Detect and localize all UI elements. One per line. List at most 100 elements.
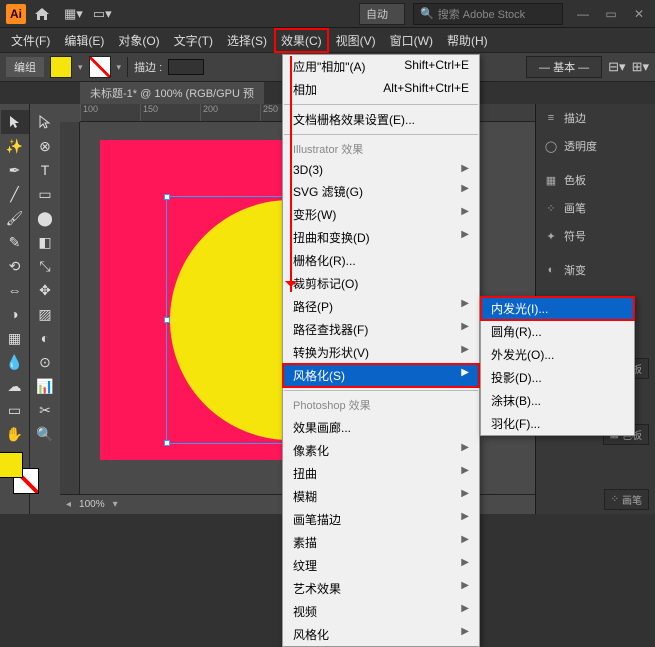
align-icon[interactable]: ⊟▾: [608, 59, 625, 75]
selection-tool[interactable]: [1, 110, 29, 134]
panel-swatches[interactable]: ▦色板: [536, 166, 655, 194]
menu-svg-filter[interactable]: SVG 滤镜(G)▶: [283, 180, 479, 203]
menu-edit[interactable]: 编辑(E): [57, 28, 111, 53]
selection-type: 编组: [6, 57, 44, 77]
minimize-button[interactable]: —: [573, 6, 593, 22]
menu-artistic[interactable]: 艺术效果▶: [283, 577, 479, 600]
hand-tool[interactable]: ✋: [1, 422, 29, 446]
fill-swatch[interactable]: [50, 56, 72, 78]
home-icon[interactable]: [34, 7, 50, 21]
paintbrush-tool[interactable]: 🖌: [1, 206, 29, 230]
menu-add-last[interactable]: 相加Alt+Shift+Ctrl+E: [283, 78, 479, 101]
menu-video[interactable]: 视频▶: [283, 600, 479, 623]
eraser-tool[interactable]: ◧: [31, 230, 59, 254]
menu-effect[interactable]: 效果(C): [274, 28, 329, 53]
menu-type[interactable]: 文字(T): [167, 28, 220, 53]
submenu-inner-glow[interactable]: 内发光(I)...: [481, 297, 634, 320]
handle-tl[interactable]: [164, 194, 170, 200]
symbol-sprayer-tool[interactable]: ☁: [1, 374, 29, 398]
perspective-grid-tool[interactable]: ▨: [31, 302, 59, 326]
menu-effect-gallery[interactable]: 效果画廊...: [283, 416, 479, 439]
pencil-tool[interactable]: ✎: [1, 230, 29, 254]
document-tab[interactable]: 未标题-1* @ 100% (RGB/GPU 预: [80, 82, 264, 104]
menu-help[interactable]: 帮助(H): [440, 28, 495, 53]
workspace-switcher[interactable]: 自动: [359, 3, 405, 25]
menu-stylize-ps[interactable]: 风格化▶: [283, 623, 479, 646]
close-button[interactable]: ✕: [629, 6, 649, 22]
swatches-icon: ▦: [544, 173, 558, 187]
menu-raster-settings[interactable]: 文档栅格效果设置(E)...: [283, 108, 479, 131]
type-tool[interactable]: T: [31, 158, 59, 182]
pen-tool[interactable]: ✒: [1, 158, 29, 182]
mesh-tool[interactable]: ▦: [1, 326, 29, 350]
handle-bl[interactable]: [164, 440, 170, 446]
submenu-scribble[interactable]: 涂抹(B)...: [481, 389, 634, 412]
width-tool[interactable]: ⇔: [1, 278, 29, 302]
menu-pathfinder[interactable]: 路径查找器(F)▶: [283, 318, 479, 341]
panel-stroke[interactable]: ≡描边: [536, 104, 655, 132]
menu-blur[interactable]: 模糊▶: [283, 485, 479, 508]
menu-3d[interactable]: 3D(3)▶: [283, 160, 479, 180]
shape-builder-tool[interactable]: ◑: [1, 302, 29, 326]
magic-wand-tool[interactable]: ✨: [1, 134, 29, 158]
submenu-outer-glow[interactable]: 外发光(O)...: [481, 343, 634, 366]
menu-sketch[interactable]: 素描▶: [283, 531, 479, 554]
lasso-tool[interactable]: ⊗: [31, 134, 59, 158]
stroke-weight-input[interactable]: [168, 59, 204, 75]
handle-ml[interactable]: [164, 317, 170, 323]
ruler-vertical: [60, 122, 80, 494]
eyedropper-tool[interactable]: 💧: [1, 350, 29, 374]
panel-tab-brushes[interactable]: ⁘ 画笔: [604, 489, 649, 510]
toolbar-left-col1: ✨ ✒ ╱ 🖌 ✎ ⟲ ⇔ ◑ ▦ 💧 ☁ ▭ ✋: [0, 104, 30, 514]
submenu-round-corners[interactable]: 圆角(R)...: [481, 320, 634, 343]
submenu-feather[interactable]: 羽化(F)...: [481, 412, 634, 435]
panel-gradient[interactable]: ◐渐变: [536, 256, 655, 284]
submenu-drop-shadow[interactable]: 投影(D)...: [481, 366, 634, 389]
menu-pixelate[interactable]: 像素化▶: [283, 439, 479, 462]
transform-icon[interactable]: ⊞▾: [632, 59, 649, 75]
arrange-icon[interactable]: ▭▾: [93, 6, 112, 22]
direct-selection-tool[interactable]: [31, 110, 59, 134]
free-transform-tool[interactable]: ✥: [31, 278, 59, 302]
menu-view[interactable]: 视图(V): [329, 28, 383, 53]
menu-texture[interactable]: 纹理▶: [283, 554, 479, 577]
rectangle-tool[interactable]: ▭: [31, 182, 59, 206]
slice-tool[interactable]: ✂: [31, 398, 59, 422]
artboard-tool[interactable]: ▭: [1, 398, 29, 422]
stroke-swatch[interactable]: [89, 56, 111, 78]
menu-brush-strokes[interactable]: 画笔描边▶: [283, 508, 479, 531]
menu-path[interactable]: 路径(P)▶: [283, 295, 479, 318]
scale-tool[interactable]: ⤡: [31, 254, 59, 278]
menu-apply-last[interactable]: 应用"相加"(A)Shift+Ctrl+E: [283, 55, 479, 78]
menu-object[interactable]: 对象(O): [111, 28, 166, 53]
menu-distort-transform[interactable]: 扭曲和变换(D)▶: [283, 226, 479, 249]
gradient-tool[interactable]: ◐: [31, 326, 59, 350]
rotate-tool[interactable]: ⟲: [1, 254, 29, 278]
menu-distort-ps[interactable]: 扭曲▶: [283, 462, 479, 485]
brush-icon: ⁘: [544, 201, 558, 215]
graphic-style[interactable]: — 基本 —: [526, 56, 602, 78]
blend-tool[interactable]: ⊙: [31, 350, 59, 374]
fill-stroke-indicator[interactable]: [0, 452, 33, 488]
column-graph-tool[interactable]: 📊: [31, 374, 59, 398]
panel-transparency[interactable]: ◯透明度: [536, 132, 655, 160]
maximize-button[interactable]: ▭: [601, 6, 621, 22]
toolbar-left-col2: ⊗ T ▭ ⬤ ◧ ⤡ ✥ ▨ ◐ ⊙ 📊 ✂ 🔍: [30, 104, 60, 514]
menu-crop-marks[interactable]: 裁剪标记(O): [283, 272, 479, 295]
blob-brush-tool[interactable]: ⬤: [31, 206, 59, 230]
menu-convert-shape[interactable]: 转换为形状(V)▶: [283, 341, 479, 364]
menu-window[interactable]: 窗口(W): [383, 28, 440, 53]
bridge-icon[interactable]: ▦▾: [64, 6, 83, 22]
menu-select[interactable]: 选择(S): [220, 28, 274, 53]
search-adobe-stock[interactable]: 🔍 搜索 Adobe Stock: [413, 3, 563, 25]
zoom-tool[interactable]: 🔍: [31, 422, 59, 446]
search-icon: 🔍: [420, 7, 434, 20]
line-tool[interactable]: ╱: [1, 182, 29, 206]
zoom-level[interactable]: 100%: [79, 499, 105, 510]
menu-rasterize[interactable]: 栅格化(R)...: [283, 249, 479, 272]
panel-symbols[interactable]: ✦符号: [536, 222, 655, 250]
menu-stylize[interactable]: 风格化(S)▶: [283, 364, 479, 387]
menu-warp[interactable]: 变形(W)▶: [283, 203, 479, 226]
menu-file[interactable]: 文件(F): [4, 28, 57, 53]
panel-brushes[interactable]: ⁘画笔: [536, 194, 655, 222]
